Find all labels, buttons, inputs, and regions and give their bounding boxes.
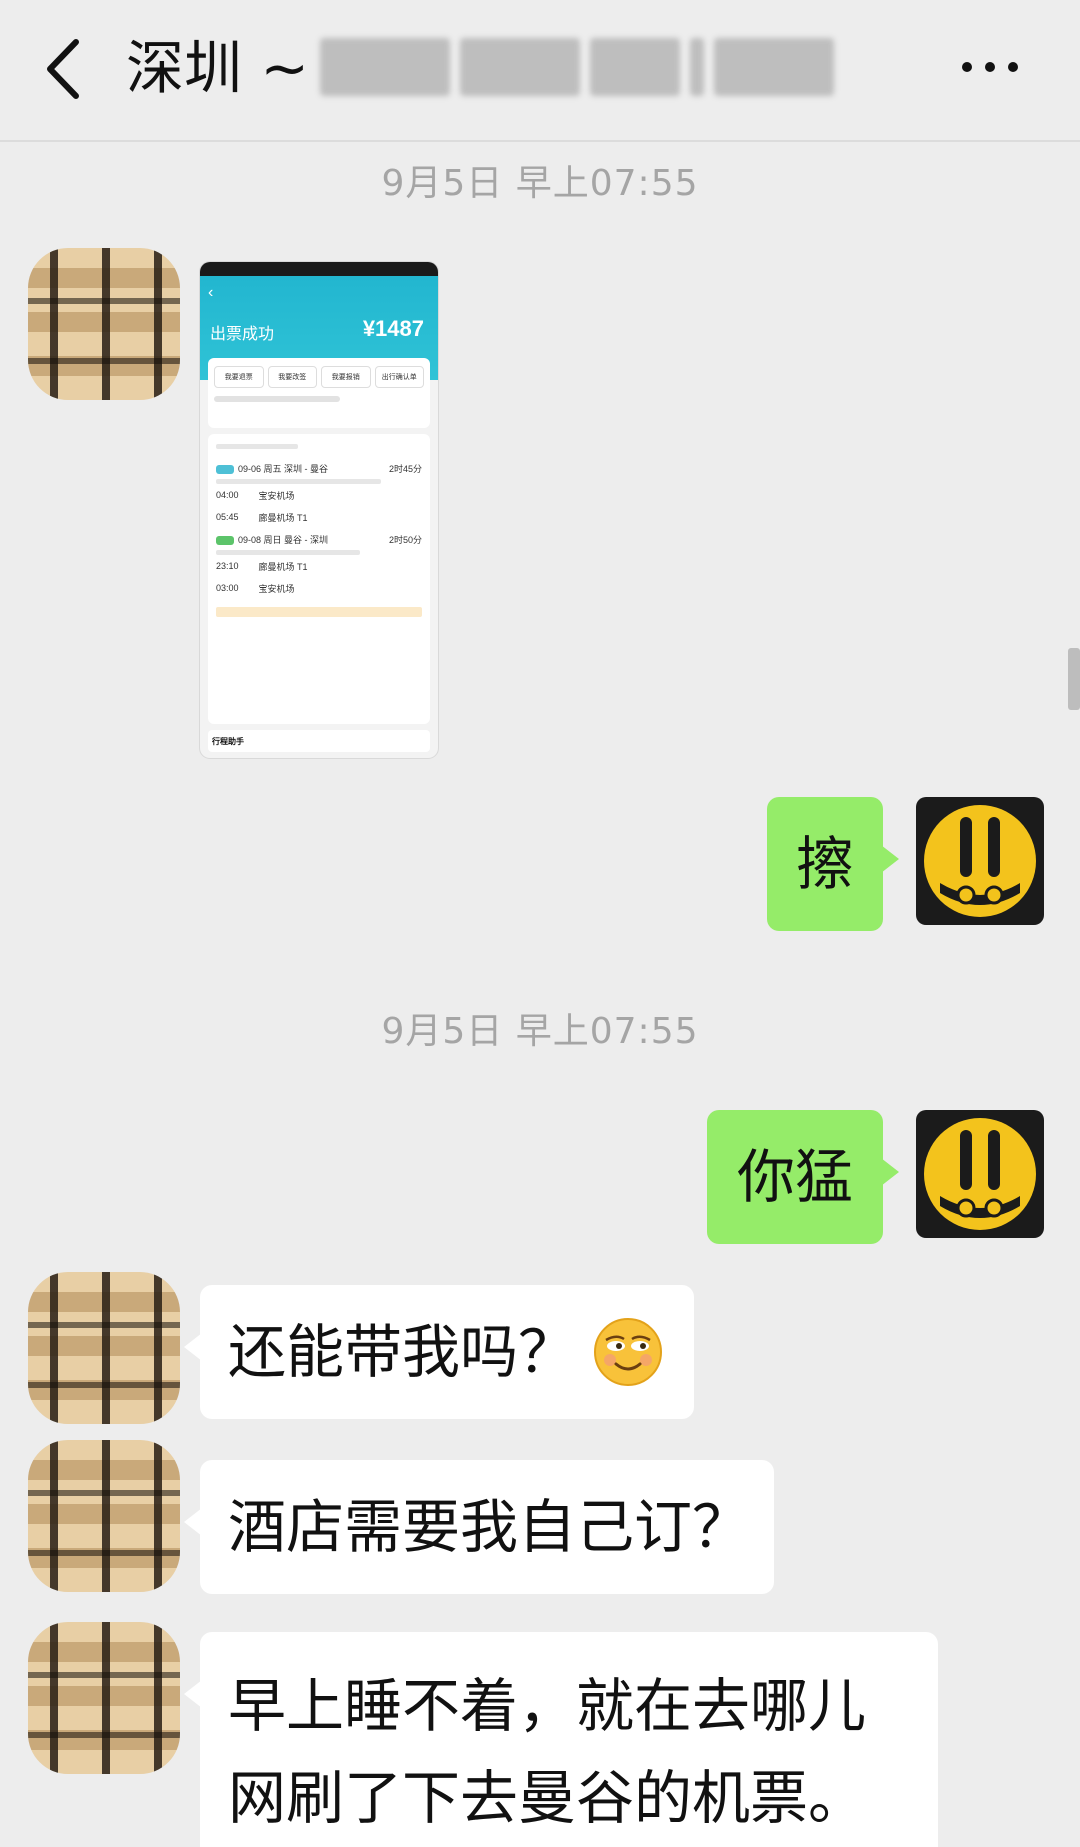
message-bubble-received[interactable]: 还能带我吗？ (184, 1285, 694, 1419)
avatar[interactable] (28, 1272, 180, 1424)
chat-title: 深圳 ~ (126, 34, 310, 102)
bunny-avatar-icon (924, 805, 1036, 917)
chat-header: 深圳 ~ (0, 0, 1080, 142)
arr-time: 05:45 (216, 512, 239, 522)
ticket-flights: 09-06 周五 深圳 - 曼谷 2时45分 04:00 宝安机场 05:45 廊曼机… (208, 434, 430, 724)
message-bubble-sent[interactable]: 擦 (767, 797, 899, 931)
message-bubble-received[interactable]: 酒店需要我自己订？ (184, 1460, 774, 1594)
ticket-actions: 我要退票 我要改签 我要报销 出行确认单 (208, 358, 430, 428)
smirk-emoji-icon (594, 1318, 663, 1386)
ticket-footer: 行程助手 (208, 730, 430, 752)
more-dots-icon[interactable] (955, 42, 1025, 92)
avatar[interactable] (28, 248, 180, 400)
ticket-back-icon: ‹ (208, 284, 214, 301)
ticket-button: 我要报销 (321, 366, 371, 388)
avatar[interactable] (28, 1440, 180, 1592)
message-text: 擦 (795, 830, 854, 898)
scrollbar-thumb[interactable] (1068, 648, 1080, 710)
dep-time: 04:00 (216, 490, 239, 500)
timestamp: 9月5日 早上07:55 (381, 163, 699, 204)
ticket-button: 我要改签 (267, 366, 317, 388)
message-bubble-sent[interactable]: 你猛 (707, 1110, 899, 1244)
avatar-bunny[interactable] (916, 797, 1044, 925)
message-text: 你猛 (736, 1143, 853, 1211)
ticket-button: 我要退票 (214, 366, 264, 388)
arr-airport: 廊曼机场 T1 (258, 512, 308, 523)
timestamp: 9月5日 早上07:55 (381, 1011, 699, 1052)
message-text: 还能带我吗？ (228, 1318, 577, 1386)
ticket-button: 出行确认单 (374, 366, 424, 388)
segment-duration: 2时50分 (388, 534, 422, 545)
segment-date: 09-06 周五 深圳 - 曼谷 (238, 463, 329, 474)
avatar-bunny[interactable] (916, 1110, 1044, 1238)
message-text-line: 早上睡不着，就在去哪儿 (228, 1672, 867, 1740)
chevron-left-icon[interactable] (40, 34, 90, 104)
ticket-title: 出票成功 (210, 326, 275, 343)
arr-airport: 宝安机场 (258, 583, 295, 594)
segment-date: 09-08 周日 曼谷 - 深圳 (238, 534, 329, 545)
message-text: 酒店需要我自己订？ (228, 1493, 751, 1561)
message-text-line: 网刷了下去曼谷的机票。 (228, 1764, 867, 1832)
dep-time: 23:10 (216, 561, 239, 571)
bunny-avatar-icon (924, 1118, 1036, 1230)
dep-airport: 宝安机场 (258, 490, 295, 501)
redacted-title-text (320, 36, 860, 98)
avatar[interactable] (28, 1622, 180, 1774)
ticket-price: ¥1487 (362, 316, 424, 341)
arr-time: 03:00 (216, 583, 239, 593)
segment-duration: 2时45分 (388, 463, 422, 474)
ticket-image-message[interactable]: ‹ 出票成功 ¥1487 我要退票 我要改签 我要报销 出行确认单 09-06 … (200, 262, 438, 758)
dep-airport: 廊曼机场 T1 (258, 561, 308, 572)
message-bubble-received[interactable]: 早上睡不着，就在去哪儿 网刷了下去曼谷的机票。 (184, 1632, 938, 1847)
